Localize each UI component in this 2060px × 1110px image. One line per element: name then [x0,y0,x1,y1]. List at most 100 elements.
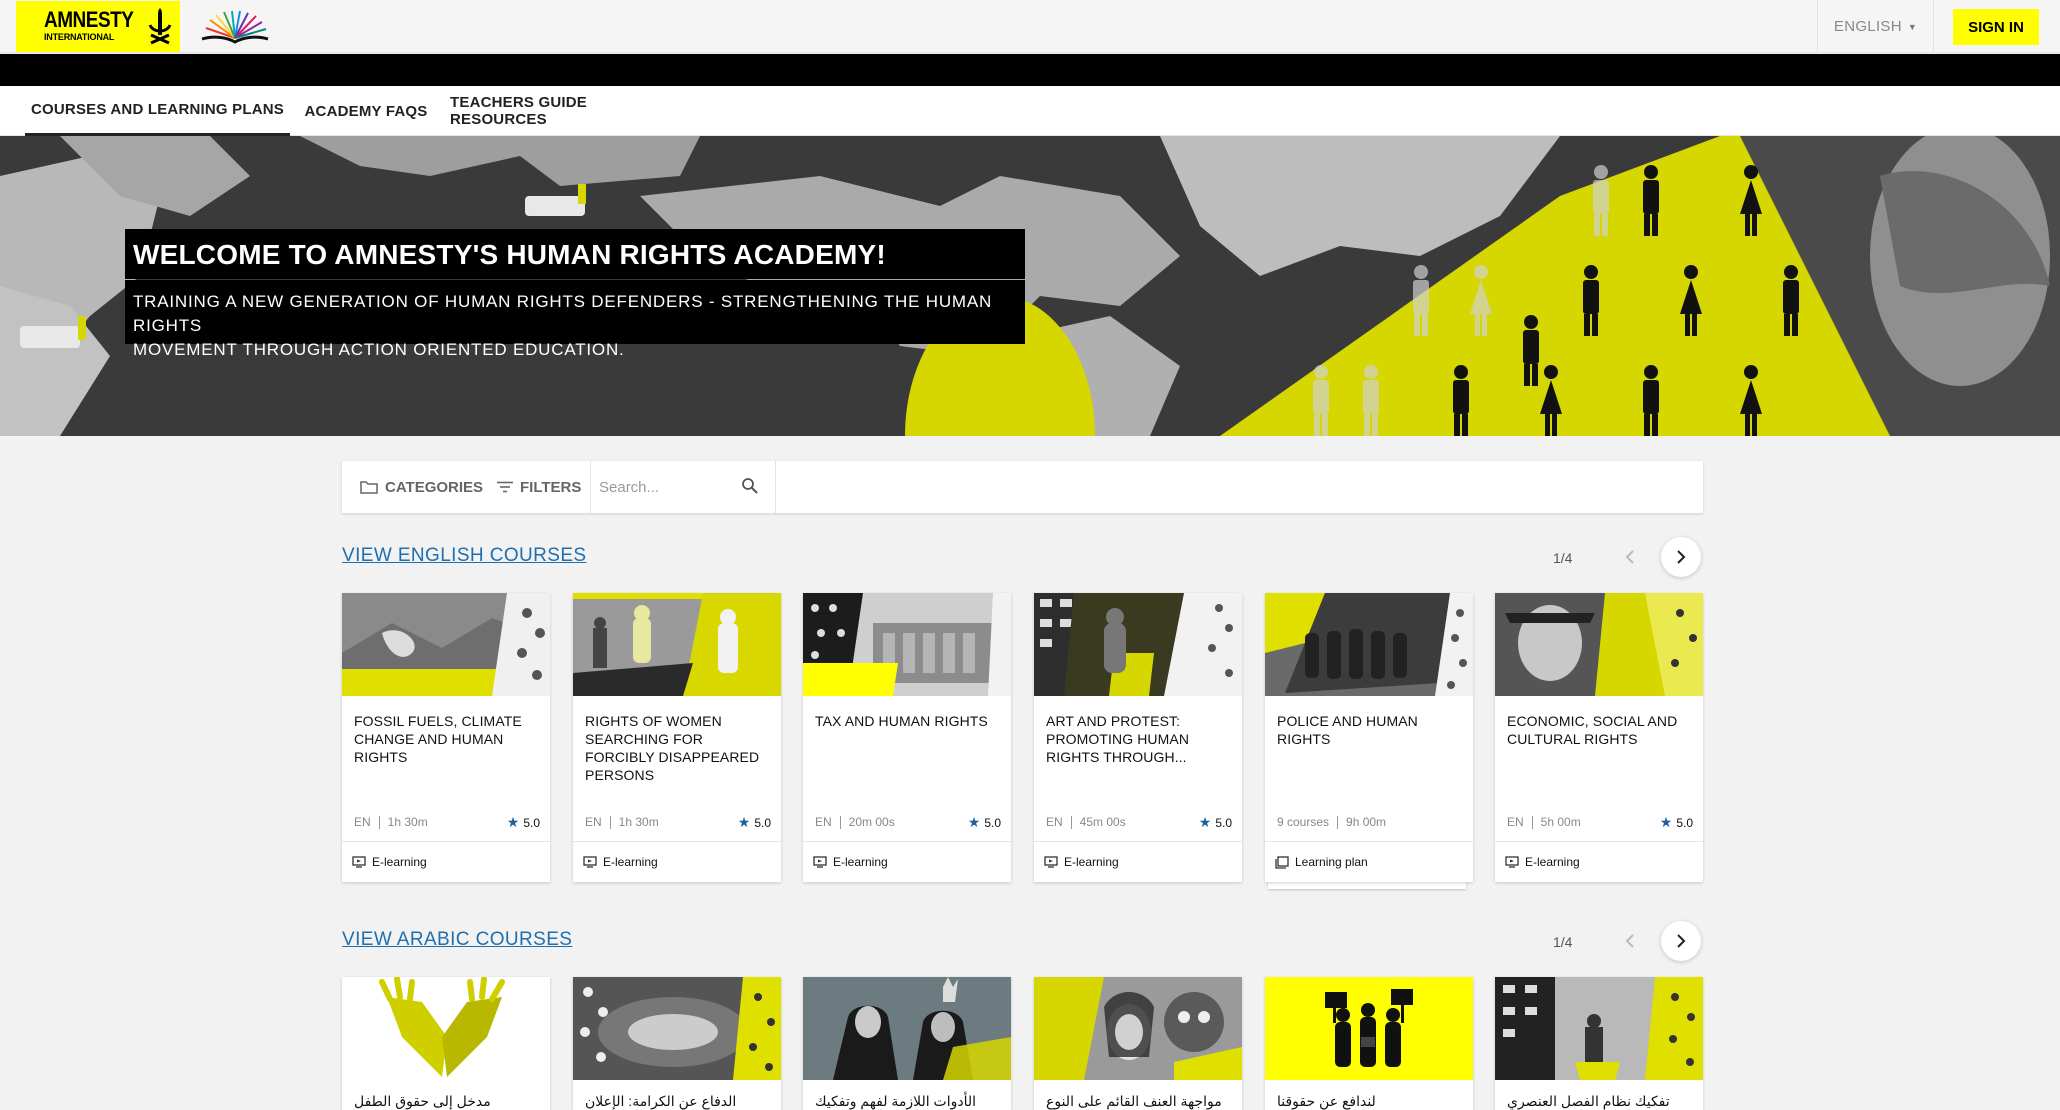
search-input[interactable] [599,475,739,499]
course-card[interactable]: الأدوات اللازمة لفهم وتفكيك نظام [803,977,1011,1110]
rating-value: 5.0 [523,815,540,830]
course-card[interactable]: الدفاع عن الكرامة: الإعلان العالمي [573,977,781,1110]
learning-plan-card[interactable]: POLICE AND HUMAN RIGHTS 9 courses 9h 00m … [1265,593,1473,882]
rating-value: 5.0 [984,815,1001,830]
course-thumbnail [573,593,781,696]
rating-value: 5.0 [1215,815,1232,830]
course-card[interactable]: RIGHTS OF WOMEN SEARCHING FOR FORCIBLY D… [573,593,781,882]
logo-main-text: AMNESTY [44,8,134,33]
sign-in-button[interactable]: SIGN IN [1953,9,2039,45]
course-thumbnail [803,593,1011,696]
filter-icon [497,481,513,493]
course-thumbnail [1495,977,1703,1080]
view-arabic-courses-link[interactable]: VIEW ARABIC COURSES [342,929,572,951]
filters-button[interactable]: FILTERS [497,461,581,513]
course-meta: EN 45m 00s ★ 5.0 [1046,814,1232,830]
course-meta: EN 20m 00s ★ 5.0 [815,814,1001,830]
course-thumbnail [1495,593,1703,696]
academy-book-logo[interactable] [200,10,270,46]
search-icon[interactable] [741,477,759,495]
rating-value: 5.0 [1676,815,1693,830]
monitor-icon [1505,856,1519,868]
course-card[interactable]: FOSSIL FUELS, CLIMATE CHANGE AND HUMAN R… [342,593,550,882]
course-type-label: E-learning [833,855,888,869]
english-next-button[interactable] [1661,537,1701,577]
course-title: RIGHTS OF WOMEN SEARCHING FOR FORCIBLY D… [585,713,760,783]
star-icon: ★ [967,814,981,830]
course-type: E-learning [1034,841,1242,882]
arabic-pager-count: 1/4 [1553,934,1573,950]
course-title: ART AND PROTEST: PROMOTING HUMAN RIGHTS … [1046,713,1190,765]
monitor-icon [1044,856,1058,868]
course-rating: ★ 5.0 [738,814,771,831]
course-title: FOSSIL FUELS, CLIMATE CHANGE AND HUMAN R… [354,713,522,765]
course-language: EN [354,815,371,829]
tab-academy-faqs[interactable]: ACADEMY FAQS [300,86,432,136]
chevron-left-icon [1625,934,1634,948]
language-label: ENGLISH [1833,18,1902,35]
language-selector[interactable]: ENGLISH ▼ [1817,0,1934,53]
course-thumbnail [573,977,781,1080]
view-english-courses-link[interactable]: VIEW ENGLISH COURSES [342,545,587,567]
hero-title: WELCOME TO AMNESTY'S HUMAN RIGHTS ACADEM… [125,229,1025,279]
course-card[interactable]: لندافع عن حقوقنا [1265,977,1473,1110]
amnesty-logo[interactable]: AMNESTY INTERNATIONAL [16,1,180,52]
meta-divider [1070,815,1072,829]
star-icon: ★ [1659,814,1673,830]
caret-down-icon: ▼ [1907,21,1918,32]
arabic-next-button[interactable] [1661,921,1701,961]
course-rating: ★ 5.0 [507,814,540,831]
course-language: EN [1046,815,1063,829]
course-language: EN [1507,815,1524,829]
course-rating: ★ 5.0 [1199,814,1232,831]
course-thumbnail [342,593,550,696]
categories-button[interactable]: CATEGORIES [360,461,483,513]
filters-label: FILTERS [520,478,582,496]
course-type: E-learning [342,841,550,882]
course-card[interactable]: مواجهة العنف القائم على النوع [1034,977,1242,1110]
english-pager-count: 1/4 [1553,550,1573,566]
course-count: 9 courses [1277,815,1330,829]
search-box [590,461,776,513]
course-duration: 5h 00m [1540,815,1581,829]
hero-subtitle-line1: TRAINING A NEW GENERATION OF HUMAN RIGHT… [133,292,993,335]
course-card[interactable]: تفكيك نظام الفصل العنصري الإسرائيلي [1495,977,1703,1110]
course-type-label: E-learning [372,855,427,869]
course-type: Learning plan [1265,841,1473,882]
chevron-right-icon [1677,550,1686,564]
monitor-icon [583,856,597,868]
monitor-icon [813,856,827,868]
hero-subtitle-line2: MOVEMENT THROUGH ACTION ORIENTED EDUCATI… [133,340,625,359]
hero-subtitle: TRAINING A NEW GENERATION OF HUMAN RIGHT… [125,280,1025,359]
course-thumbnail [1034,977,1242,1080]
english-prev-button[interactable] [1610,537,1650,577]
course-title: لندافع عن حقوقنا [1277,1093,1376,1109]
course-title: الأدوات اللازمة لفهم وتفكيك نظام [815,1093,977,1109]
arabic-prev-button[interactable] [1610,921,1650,961]
course-thumbnail [803,977,1011,1080]
course-type-label: E-learning [603,855,658,869]
meta-divider [839,815,841,829]
course-card[interactable]: ECONOMIC, SOCIAL AND CULTURAL RIGHTS EN 5… [1495,593,1703,882]
course-rating: ★ 5.0 [1660,814,1693,831]
course-thumbnail [1265,977,1473,1080]
tab-teachers-guide-resources[interactable]: TEACHERS GUIDE RESOURCES [450,86,684,136]
course-duration: 1h 30m [618,815,659,829]
filter-bar: CATEGORIES FILTERS [342,461,1703,513]
chevron-left-icon [1625,550,1634,564]
meta-divider [378,815,380,829]
course-thumbnail [342,977,550,1080]
black-banner [0,54,2060,86]
course-title: مواجهة العنف القائم على النوع [1046,1093,1222,1109]
course-duration: 9h 00m [1346,815,1387,829]
course-type: E-learning [1495,841,1703,882]
course-title: مدخل إلى حقوق الطفل [354,1093,491,1109]
course-card[interactable]: TAX AND HUMAN RIGHTS EN 20m 00s ★ 5.0 E-le… [803,593,1011,882]
tab-courses-and-learning-plans[interactable]: COURSES AND LEARNING PLANS [25,86,290,136]
course-card[interactable]: مدخل إلى حقوق الطفل [342,977,550,1110]
course-type-label: E-learning [1064,855,1119,869]
logo-sub-text: INTERNATIONAL [44,32,115,42]
course-card[interactable]: ART AND PROTEST: PROMOTING HUMAN RIGHTS … [1034,593,1242,882]
main-tabs: COURSES AND LEARNING PLANS ACADEMY FAQS … [0,86,2060,136]
meta-divider [609,815,611,829]
